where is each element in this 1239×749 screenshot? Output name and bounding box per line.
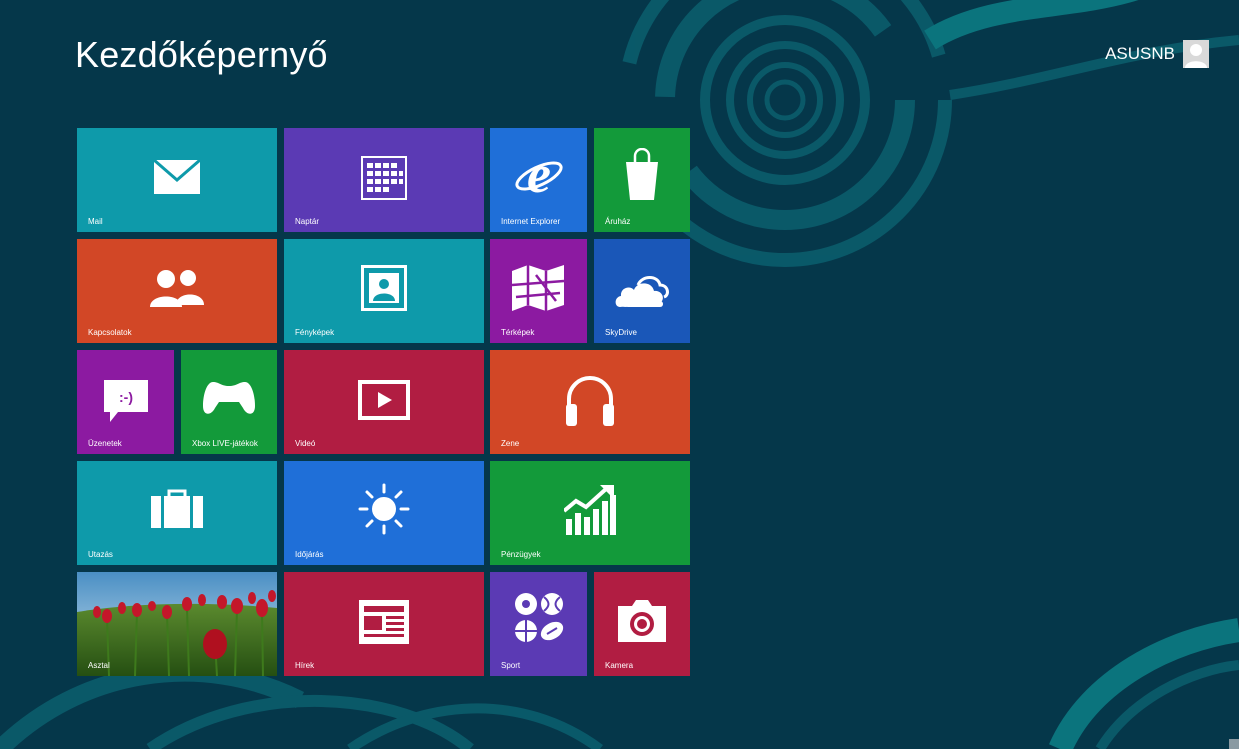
sports-balls-icon: [515, 593, 564, 642]
tile-desktop[interactable]: Asztal: [77, 572, 277, 676]
tile-music[interactable]: Zene: [490, 350, 690, 454]
mail-icon: [154, 160, 200, 194]
tile-people[interactable]: Kapcsolatok: [77, 239, 277, 343]
tile-calendar[interactable]: Naptár: [284, 128, 484, 232]
tile-label: Kapcsolatok: [88, 328, 132, 337]
tile-label: Xbox LIVE-játékok: [192, 439, 258, 448]
suitcase-icon: [151, 489, 203, 528]
tile-travel[interactable]: Utazás: [77, 461, 277, 565]
tile-news[interactable]: Hírek: [284, 572, 484, 676]
tile-label: Zene: [501, 439, 520, 448]
tile-label: Asztal: [88, 661, 110, 670]
tile-label: Naptár: [295, 217, 320, 226]
chart-up-icon: [564, 485, 616, 535]
tile-skydrive[interactable]: SkyDrive: [594, 239, 690, 343]
map-icon: [512, 265, 564, 311]
tile-label: Utazás: [88, 550, 113, 559]
avatar[interactable]: [1183, 40, 1209, 68]
camera-icon: [618, 600, 666, 642]
tile-sports[interactable]: Sport: [490, 572, 587, 676]
svg-text:e: e: [527, 148, 551, 200]
tile-label: Internet Explorer: [501, 217, 561, 226]
tile-label: Mail: [88, 217, 103, 226]
tile-internet-explorer[interactable]: e Internet Explorer: [490, 128, 587, 232]
tile-camera[interactable]: Kamera: [594, 572, 690, 676]
people-icon: [150, 270, 204, 307]
tile-label: Üzenetek: [88, 439, 122, 448]
tile-label: SkyDrive: [605, 328, 638, 337]
scrollbar-thumb[interactable]: [1229, 739, 1239, 749]
tile-maps[interactable]: Térképek: [490, 239, 587, 343]
tile-messaging[interactable]: :-) Üzenetek: [77, 350, 174, 454]
tile-finance[interactable]: Pénzügyek: [490, 461, 690, 565]
calendar-icon: [361, 156, 407, 200]
tile-xbox[interactable]: Xbox LIVE-játékok: [181, 350, 277, 454]
internet-explorer-icon: e: [515, 148, 563, 200]
svg-text::-): :-): [119, 389, 133, 405]
tile-video[interactable]: Videó: [284, 350, 484, 454]
tile-photos[interactable]: Fényképek: [284, 239, 484, 343]
tile-label: Kamera: [605, 661, 634, 670]
message-icon: :-): [104, 380, 148, 422]
tile-label: Térképek: [501, 328, 535, 337]
gamepad-icon: [203, 382, 255, 414]
tile-label: Áruház: [605, 217, 631, 226]
cloud-icon: [615, 276, 669, 307]
tile-label: Hírek: [295, 661, 315, 670]
play-icon: [358, 380, 410, 420]
photo-icon: [361, 265, 407, 311]
headphones-icon: [566, 376, 614, 426]
tile-label: Sport: [501, 661, 521, 670]
user-name: ASUSNB: [1105, 44, 1175, 63]
tile-label: Videó: [295, 439, 316, 448]
tile-store[interactable]: Áruház: [594, 128, 690, 232]
tile-label: Fényképek: [295, 328, 335, 337]
user-account[interactable]: ASUSNB: [1105, 40, 1209, 68]
tile-weather[interactable]: Időjárás: [284, 461, 484, 565]
tile-mail[interactable]: Mail: [77, 128, 277, 232]
newspaper-icon: [359, 600, 409, 644]
tile-label: Időjárás: [295, 550, 324, 559]
sun-icon: [358, 483, 410, 535]
user-icon: [1185, 44, 1207, 68]
page-title: Kezdőképernyő: [75, 34, 328, 75]
tile-label: Pénzügyek: [501, 550, 541, 559]
shopping-bag-icon: [626, 148, 658, 200]
